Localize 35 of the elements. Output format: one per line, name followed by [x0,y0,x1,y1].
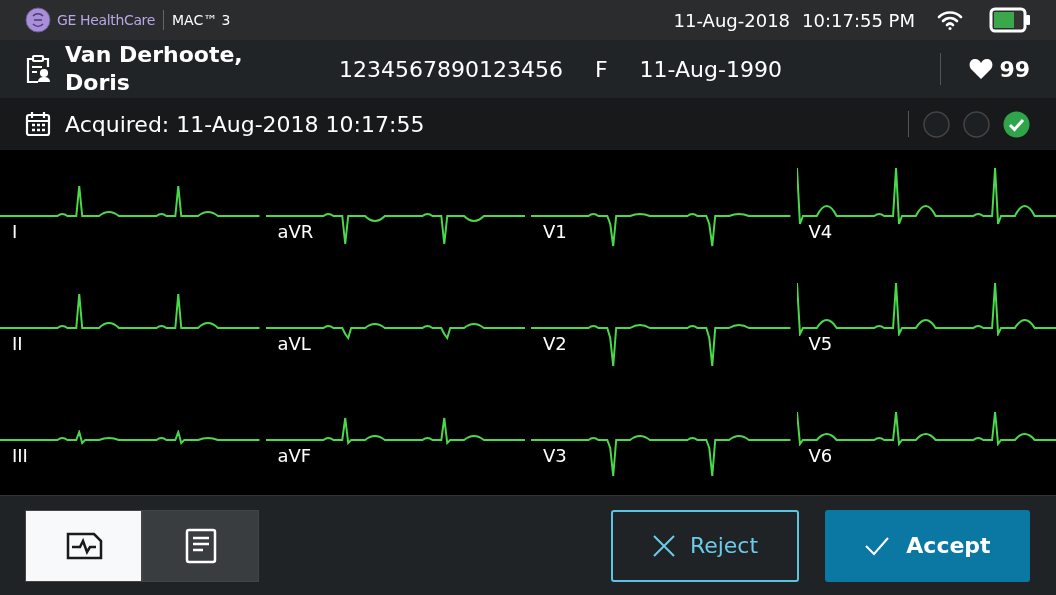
lead-label: V1 [543,220,567,244]
lead-label: V5 [808,332,833,356]
view-tab[interactable] [25,509,142,582]
battery-icon [989,7,1031,33]
birth-date: 11-Aug-1990 [639,55,782,84]
lead-label: aVR [277,220,314,244]
lead-label: aVF [277,444,312,468]
check-icon [864,535,891,556]
lead-label: V2 [543,332,567,356]
device-name: MAC™ 3 [172,10,231,30]
accept-button[interactable]: Accept [825,509,1030,582]
clipboard-patient-icon [25,54,51,84]
close-icon [651,533,676,558]
view-tab[interactable] [142,509,259,582]
heart-icon [969,58,994,80]
patient-sex: F [594,55,608,84]
reject-button[interactable]: Reject [611,509,799,582]
document-icon [183,526,218,565]
status-date: 11-Aug-2018 [673,8,791,33]
patient-id: 1234567890123456 [339,55,563,84]
lead-label: V6 [808,444,833,468]
brand-name: GE HealthCare [57,10,155,30]
acquired-time: Acquired: 11-Aug-2018 10:17:55 [65,110,425,139]
lead-label: II [12,332,23,356]
status-time: 10:17:55 PM [802,8,915,33]
calendar-icon [25,111,51,137]
lead-label: I [12,220,18,244]
brand-logo-icon [25,7,51,33]
lead-label: aVL [277,332,311,356]
lead-label: V3 [543,444,567,468]
patient-name: Van Derhoote, Doris [65,41,244,97]
heart-rate: 99 [999,55,1030,84]
wifi-icon [937,9,963,31]
lead-label: III [12,444,28,468]
lead-label: V4 [808,220,833,244]
